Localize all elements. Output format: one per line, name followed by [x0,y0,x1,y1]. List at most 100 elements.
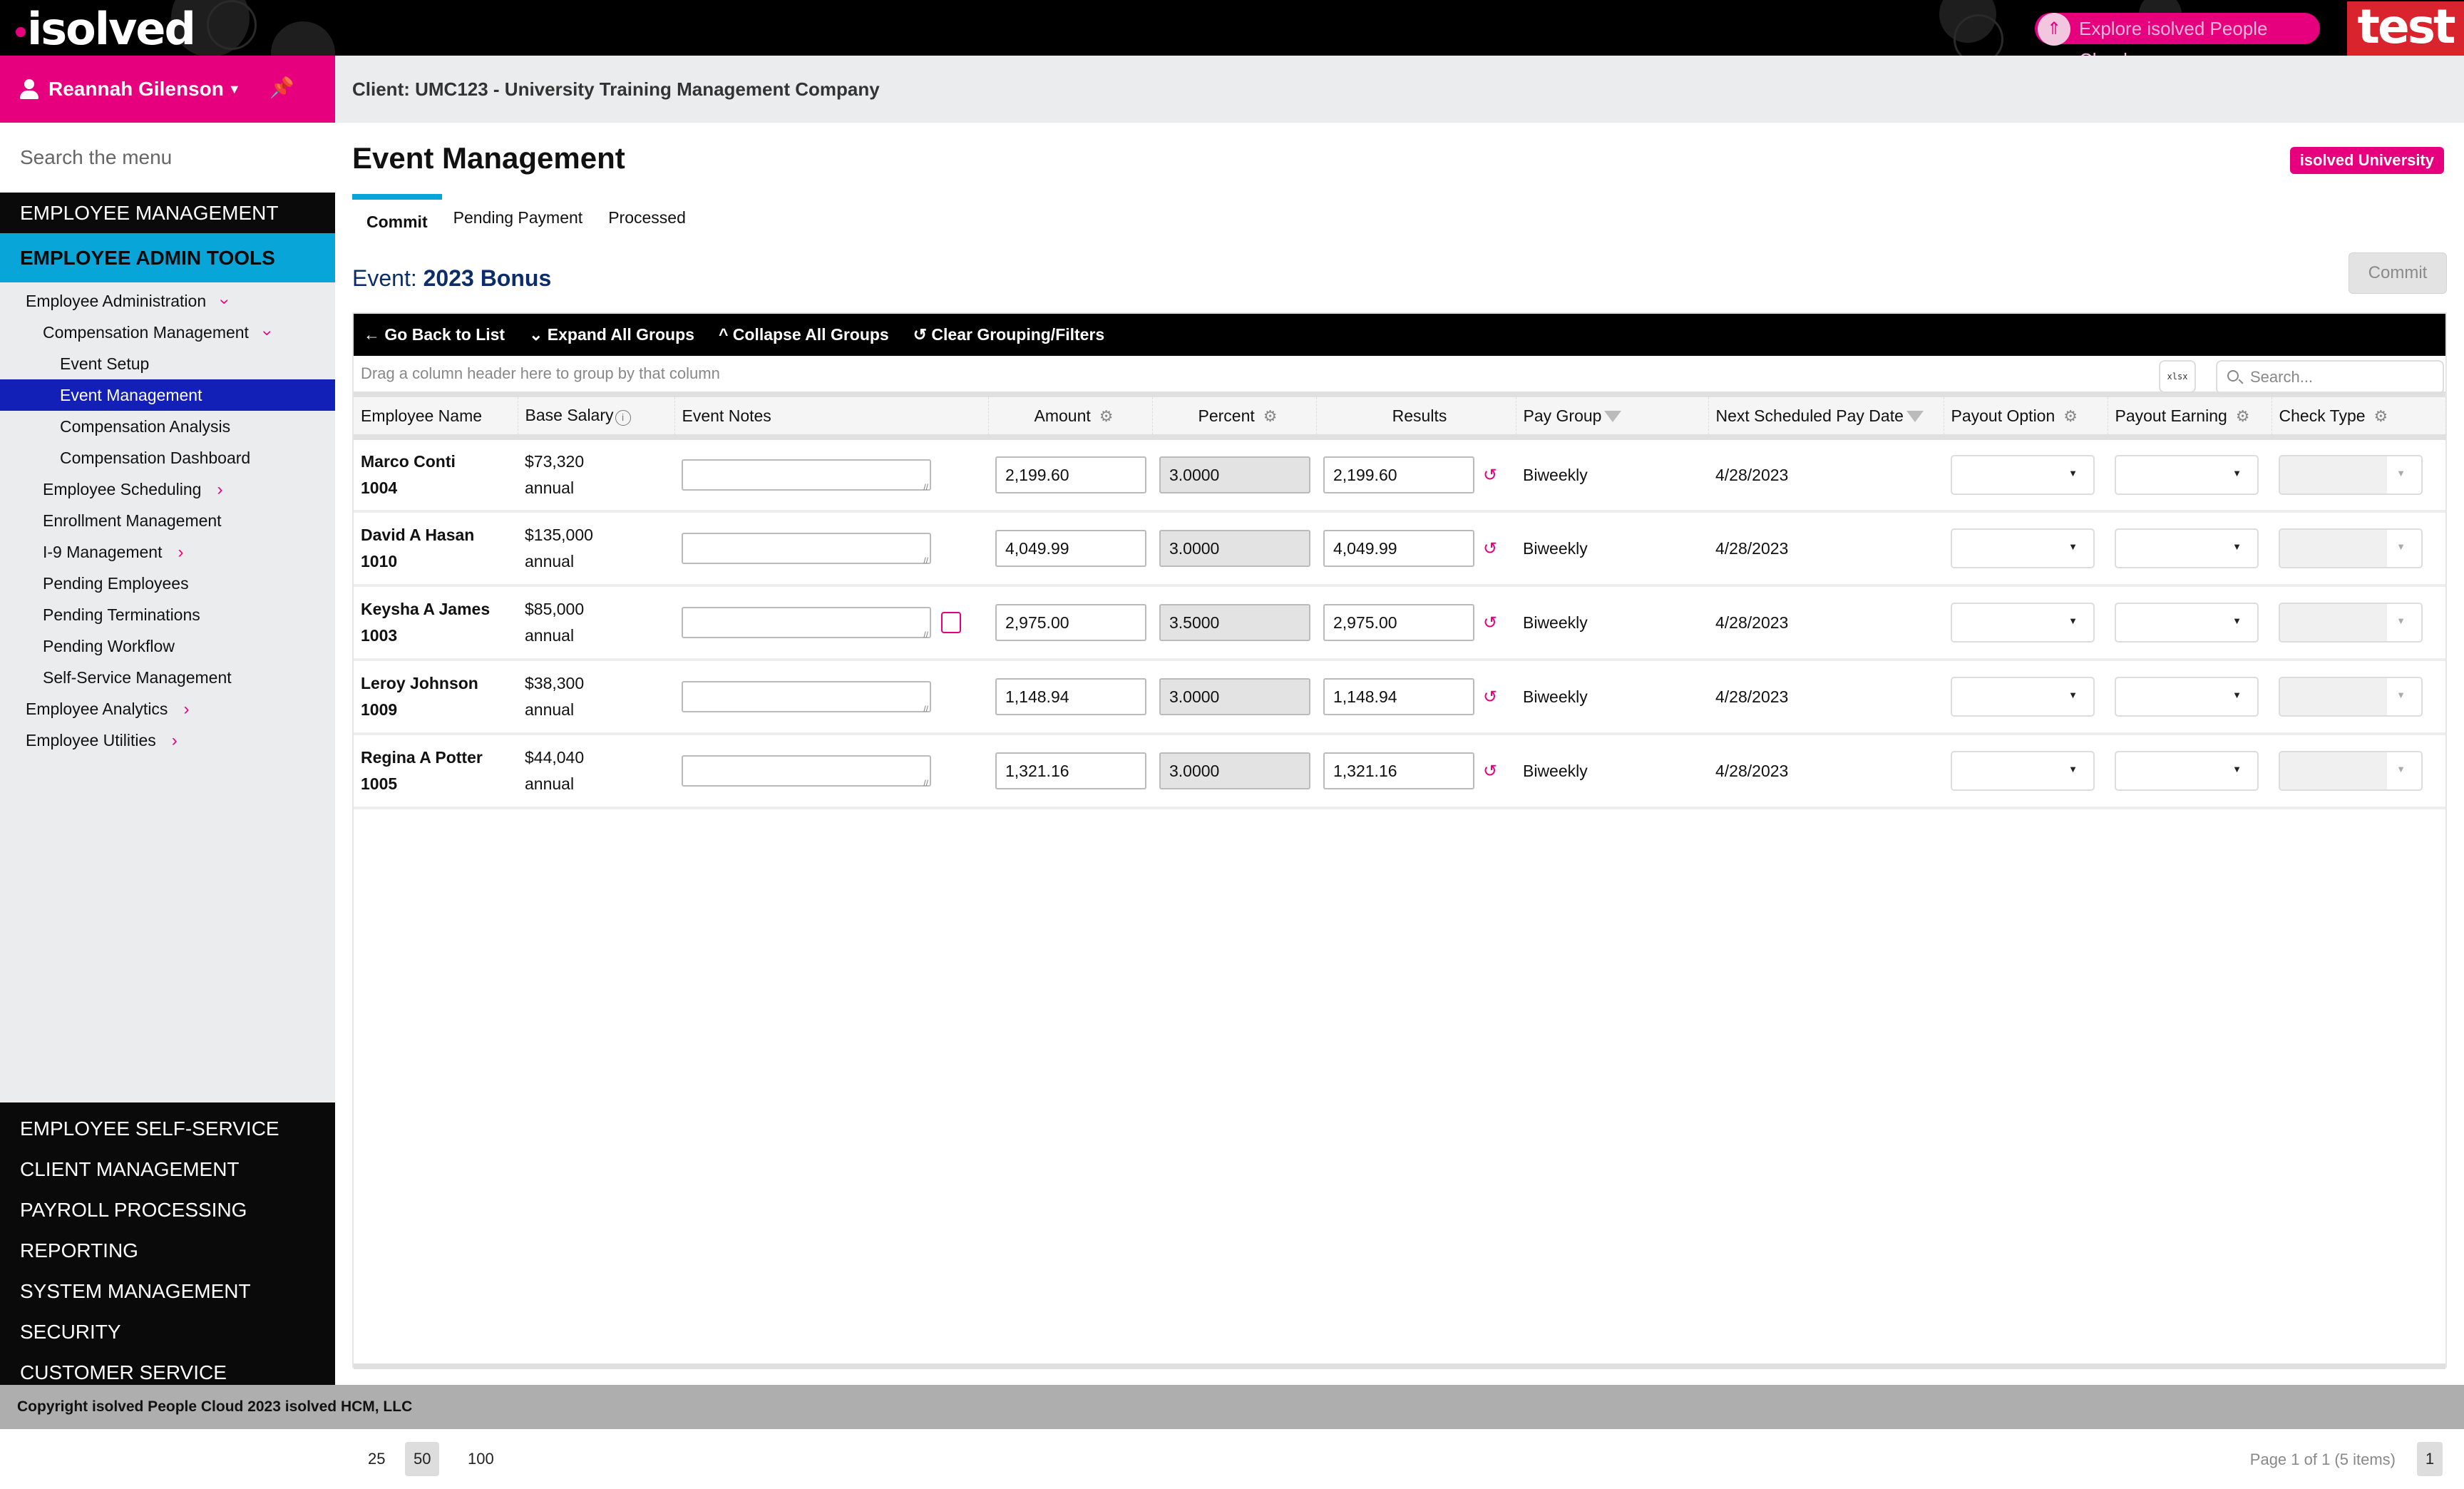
payout-option-select[interactable] [1951,603,2095,643]
amount-input[interactable]: 4,049.99 [995,530,1146,567]
explore-people-cloud-button[interactable]: ⇑Explore isolved People Cloud [2035,13,2320,56]
history-icon[interactable]: ↺ [1483,687,1497,707]
col-payout-option[interactable]: Payout Option ⚙ [1944,397,2108,440]
chevron-down-icon[interactable]: › [209,299,240,305]
employee-name[interactable]: David A Hasan [361,522,518,548]
gear-icon[interactable]: ⚙ [2374,407,2388,425]
results-input[interactable]: 4,049.99 [1323,530,1474,567]
amount-input[interactable]: 2,975.00 [995,604,1146,641]
col-amount[interactable]: Amount ⚙ [988,397,1153,440]
history-icon[interactable]: ↺ [1483,538,1497,559]
nav-section-client-management[interactable]: CLIENT MANAGEMENT [0,1149,335,1189]
page-1-button[interactable]: 1 [2417,1442,2443,1476]
event-notes-textarea[interactable] [682,533,931,566]
payout-earning-select[interactable] [2115,603,2259,643]
user-menu[interactable]: Reannah Gilenson ▼ 📌 [0,56,335,123]
sidebar-item-employee-scheduling[interactable]: Employee Scheduling › [0,474,335,505]
results-input[interactable]: 1,148.94 [1323,678,1474,715]
nav-section-payroll-processing[interactable]: PAYROLL PROCESSING [0,1189,335,1230]
sidebar-item-compensation-management[interactable]: Compensation Management › [0,317,335,348]
results-input[interactable]: 2,975.00 [1323,604,1474,641]
grid-search-input[interactable]: Search... [2216,360,2444,394]
clear-filters-button[interactable]: ↺ Clear Grouping/Filters [913,325,1105,344]
col-event-notes[interactable]: Event Notes [674,397,989,440]
payout-option-select[interactable] [1951,455,2095,495]
col-payout-earning[interactable]: Payout Earning ⚙ [2108,397,2272,440]
event-notes-textarea[interactable] [682,459,931,492]
sidebar-item-pending-terminations[interactable]: Pending Terminations [0,599,335,630]
amount-input[interactable]: 1,321.16 [995,752,1146,789]
event-notes-textarea[interactable] [682,607,931,640]
isolved-university-button[interactable]: isolved University [2289,147,2444,174]
event-notes-textarea[interactable] [682,755,931,788]
sidebar-item-event-management[interactable]: Event Management [0,379,335,411]
payout-earning-select[interactable] [2115,751,2259,791]
menu-search-input[interactable]: Search the menu [0,123,335,193]
pin-icon[interactable]: 📌 [270,76,294,99]
col-next-pay-date[interactable]: Next Scheduled Pay Date [1708,397,1944,440]
gear-icon[interactable]: ⚙ [1263,407,1278,425]
nav-section-employee-admin-tools[interactable]: EMPLOYEE ADMIN TOOLS [0,233,335,282]
chevron-right-icon[interactable]: › [178,537,183,568]
nav-section-employee-management[interactable]: EMPLOYEE MANAGEMENT [0,193,335,233]
chevron-right-icon[interactable]: › [217,474,222,506]
payout-earning-select[interactable] [2115,455,2259,495]
nav-section-system-management[interactable]: SYSTEM MANAGEMENT [0,1271,335,1311]
col-check-type[interactable]: Check Type ⚙ [2272,397,2446,440]
nav-section-security[interactable]: SECURITY [0,1311,335,1352]
nav-section-reporting[interactable]: REPORTING [0,1230,335,1271]
payout-earning-select[interactable] [2115,528,2259,568]
sidebar-item-employee-analytics[interactable]: Employee Analytics › [0,693,335,725]
history-icon[interactable]: ↺ [1483,465,1497,486]
group-panel[interactable]: Drag a column header here to group by th… [354,356,2445,397]
amount-input[interactable]: 2,199.60 [995,456,1146,493]
page-size-100[interactable]: 100 [459,1442,503,1476]
nav-section-employee-self-service[interactable]: EMPLOYEE SELF-SERVICE [0,1108,335,1149]
col-employee-name[interactable]: Employee Name [354,397,518,440]
gear-icon[interactable]: ⚙ [2236,407,2250,425]
sidebar-item-employee-utilities[interactable]: Employee Utilities › [0,725,335,756]
copy-icon[interactable] [941,612,961,633]
isolved-logo[interactable]: isolved [16,3,196,55]
sidebar-item-i-9-management[interactable]: I-9 Management › [0,536,335,568]
payout-option-select[interactable] [1951,751,2095,791]
employee-name[interactable]: Regina A Potter [361,744,518,771]
sidebar-item-employee-administration[interactable]: Employee Administration › [0,285,335,317]
event-notes-textarea[interactable] [682,681,931,714]
chevron-down-icon[interactable]: › [252,330,283,336]
filter-icon[interactable] [1604,411,1622,423]
collapse-all-button[interactable]: ^ Collapse All Groups [719,325,889,344]
sidebar-item-pending-workflow[interactable]: Pending Workflow [0,630,335,662]
employee-name[interactable]: Marco Conti [361,449,518,475]
sidebar-item-compensation-dashboard[interactable]: Compensation Dashboard [0,442,335,474]
payout-option-select[interactable] [1951,677,2095,717]
sidebar-item-event-setup[interactable]: Event Setup [0,348,335,379]
chevron-right-icon[interactable]: › [183,694,189,725]
info-icon[interactable]: i [615,410,631,426]
commit-button[interactable]: Commit [2348,252,2447,294]
tab-pending-payment[interactable]: Pending Payment [453,208,583,232]
chevron-right-icon[interactable]: › [172,725,178,757]
amount-input[interactable]: 1,148.94 [995,678,1146,715]
col-pay-group[interactable]: Pay Group [1516,397,1709,440]
tab-processed[interactable]: Processed [608,208,686,232]
results-input[interactable]: 1,321.16 [1323,752,1474,789]
gear-icon[interactable]: ⚙ [2063,407,2078,425]
employee-name[interactable]: Keysha A James [361,596,518,623]
employee-name[interactable]: Leroy Johnson [361,670,518,697]
sidebar-item-compensation-analysis[interactable]: Compensation Analysis [0,411,335,442]
sidebar-item-self-service-management[interactable]: Self-Service Management [0,662,335,693]
tab-commit[interactable]: Commit [366,213,428,232]
col-results[interactable]: Results [1316,397,1516,440]
history-icon[interactable]: ↺ [1483,761,1497,782]
gear-icon[interactable]: ⚙ [1099,407,1114,425]
col-percent[interactable]: Percent ⚙ [1152,397,1317,440]
payout-earning-select[interactable] [2115,677,2259,717]
payout-option-select[interactable] [1951,528,2095,568]
go-back-button[interactable]: ← Go Back to List [364,325,505,344]
history-icon[interactable]: ↺ [1483,613,1497,633]
expand-all-button[interactable]: ⌄ Expand All Groups [529,325,694,344]
page-size-25[interactable]: 25 [359,1442,394,1476]
filter-icon[interactable] [1906,411,1924,423]
col-base-salary[interactable]: Base Salary i [518,397,675,440]
